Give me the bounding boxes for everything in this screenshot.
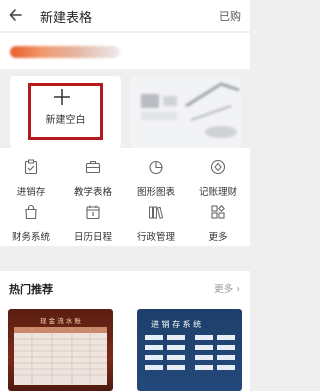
table-illustration bbox=[14, 327, 107, 385]
category-item-finance[interactable]: 记账理财 bbox=[187, 159, 249, 203]
page-title: 新建表格 bbox=[40, 11, 93, 26]
category-item-teaching[interactable]: 教学表格 bbox=[62, 159, 124, 203]
pie-chart-icon bbox=[149, 160, 163, 175]
blurred-banner[interactable] bbox=[10, 46, 120, 58]
briefcase-icon bbox=[85, 160, 101, 174]
top-bar: 新建表格 已购 bbox=[0, 0, 250, 31]
new-blank-label: 新建空白 bbox=[45, 115, 86, 126]
category-item-charts[interactable]: 图形图表 bbox=[125, 159, 187, 203]
category-label: 更多 bbox=[208, 232, 228, 243]
category-label: 进销存 bbox=[16, 187, 46, 198]
category-item-more[interactable]: 更多 bbox=[187, 204, 249, 248]
template-card-cash-flow[interactable]: 现 金 流 水 账 bbox=[8, 309, 113, 391]
category-item-admin[interactable]: 行政管理 bbox=[125, 204, 187, 248]
more-link[interactable]: 更多 › bbox=[214, 281, 240, 295]
category-item-accounting[interactable]: 财务系统 bbox=[0, 204, 62, 248]
category-label: 教学表格 bbox=[73, 187, 112, 198]
category-item-calendar[interactable]: 日历日程 bbox=[62, 204, 124, 248]
blurred-template-image bbox=[131, 76, 241, 148]
back-arrow-icon[interactable] bbox=[9, 6, 23, 24]
category-label: 记账理财 bbox=[198, 187, 237, 198]
section-title: 热门推荐 bbox=[9, 283, 53, 296]
category-label: 财务系统 bbox=[11, 232, 50, 243]
calendar-icon bbox=[86, 205, 100, 220]
grid-more-icon bbox=[211, 205, 225, 219]
template-card-inventory[interactable]: 进 销 存 系 统 bbox=[137, 309, 242, 391]
chevron-right-icon: › bbox=[236, 284, 240, 295]
bag-icon bbox=[25, 204, 37, 220]
more-label: 更多 bbox=[214, 284, 234, 295]
plus-icon bbox=[54, 89, 70, 105]
category-label: 日历日程 bbox=[73, 232, 112, 243]
category-item-inventory[interactable]: 进销存 bbox=[0, 159, 62, 203]
category-label: 图形图表 bbox=[136, 187, 175, 198]
clipboard-check-icon bbox=[24, 159, 38, 175]
template-preview-card[interactable] bbox=[131, 76, 241, 148]
category-grid: 进销存 教学表格 图形图表 记账理财 财务系统 日历日程 行政管理 更多 bbox=[0, 148, 250, 246]
category-label: 行政管理 bbox=[136, 232, 175, 243]
button-grid-illustration bbox=[145, 335, 235, 370]
books-icon bbox=[149, 206, 164, 219]
purchased-button[interactable]: 已购 bbox=[219, 8, 241, 24]
diamond-icon bbox=[210, 159, 226, 175]
